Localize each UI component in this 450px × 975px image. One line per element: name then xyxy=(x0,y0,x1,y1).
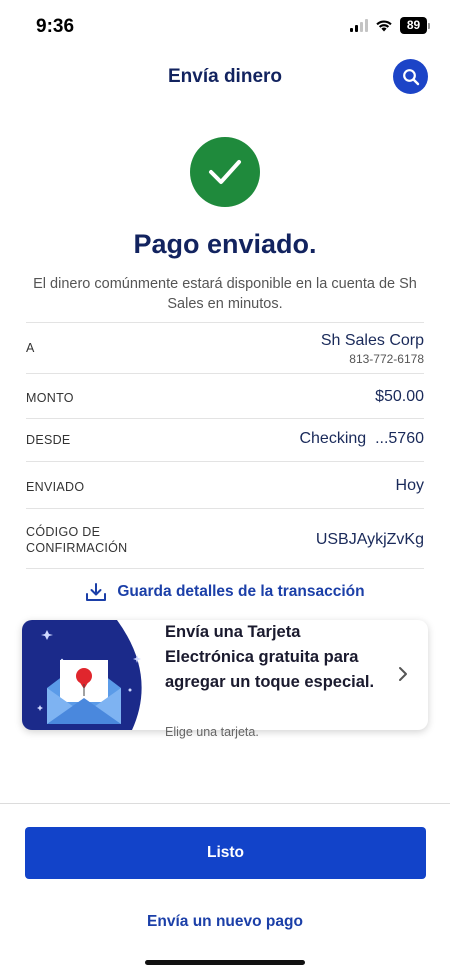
transaction-details: A Sh Sales Corp 813-772-6178 MONTO $50.0… xyxy=(26,322,424,569)
ecard-promo-card[interactable]: Envía una Tarjeta Electrónica gratuita p… xyxy=(22,620,428,730)
envelope-icon xyxy=(22,620,142,730)
detail-label-from: DESDE xyxy=(26,433,71,447)
wifi-icon xyxy=(376,20,392,32)
bottom-divider xyxy=(0,803,450,804)
status-bar: 9:36 89 xyxy=(0,0,450,52)
detail-label-amount: MONTO xyxy=(26,391,74,405)
chevron-right-icon xyxy=(399,667,407,681)
detail-value-confirmation: USBJAykjZvKg xyxy=(315,531,424,548)
search-icon xyxy=(402,68,419,85)
status-icons: 89 xyxy=(350,17,430,34)
page-title: Envía dinero xyxy=(167,66,283,87)
detail-value-to: Sh Sales Corp xyxy=(320,332,424,349)
save-details-label: Guarda detalles de la transacción xyxy=(117,583,365,600)
success-description: El dinero comúnmente estará disponible e… xyxy=(33,276,417,312)
home-indicator xyxy=(145,960,305,965)
success-title: Pago enviado. xyxy=(133,229,317,259)
battery-icon: 89 xyxy=(400,17,430,34)
detail-label-to: A xyxy=(26,341,35,355)
signal-icon xyxy=(350,19,368,32)
status-time: 9:36 xyxy=(36,16,75,37)
check-icon xyxy=(209,160,241,184)
detail-value-amount: $50.00 xyxy=(375,388,424,405)
download-icon xyxy=(86,583,107,601)
new-payment-link[interactable]: Envía un nuevo pago xyxy=(0,913,450,931)
detail-row-from: DESDE Checking ...5760 xyxy=(26,418,424,461)
detail-value-sent: Hoy xyxy=(395,477,424,494)
success-badge xyxy=(190,137,260,207)
detail-row-to: A Sh Sales Corp 813-772-6178 xyxy=(26,322,424,373)
detail-label-sent: ENVIADO xyxy=(26,480,85,494)
detail-row-sent: ENVIADO Hoy xyxy=(26,461,424,508)
detail-value-from: Checking ...5760 xyxy=(299,430,424,447)
ecard-promo-text: Envía una Tarjeta Electrónica gratuita p… xyxy=(165,623,375,691)
detail-row-amount: MONTO $50.00 xyxy=(26,373,424,418)
done-button[interactable]: Listo xyxy=(25,827,426,879)
ecard-promo-subtext: Elige una tarjeta. xyxy=(165,725,259,739)
search-button[interactable] xyxy=(393,59,428,94)
detail-row-confirmation: CÓDIGO DE CONFIRMACIÓN USBJAykjZvKg xyxy=(26,508,424,569)
detail-phone: 813-772-6178 xyxy=(349,352,424,366)
save-details-link[interactable]: Guarda detalles de la transacción xyxy=(0,582,450,602)
detail-label-confirmation: CÓDIGO DE CONFIRMACIÓN xyxy=(26,525,128,555)
battery-level: 89 xyxy=(400,17,427,34)
